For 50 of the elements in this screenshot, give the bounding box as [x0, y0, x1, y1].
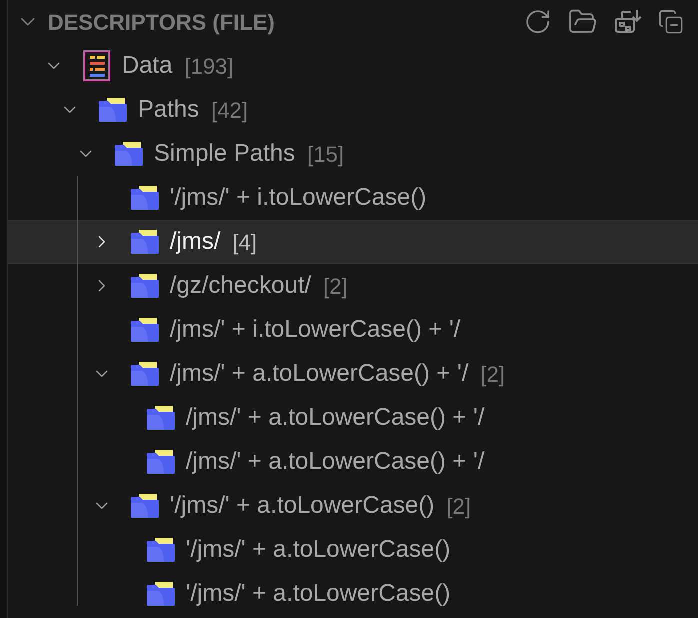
folder-icon — [98, 97, 128, 123]
tree-label: '/jms/' + a.toLowerCase() — [186, 535, 451, 565]
folder-icon — [114, 141, 144, 167]
tree-row[interactable]: Simple Paths [15] — [8, 132, 698, 176]
tree-row[interactable]: /gz/checkout/ [2] — [8, 264, 698, 308]
tree-row[interactable]: /jms/' + a.toLowerCase() + '/ — [8, 396, 698, 440]
item-count: [193] — [184, 52, 234, 81]
tree-row[interactable]: Paths [42] — [8, 88, 698, 132]
tree-row[interactable]: '/jms/' + a.toLowerCase() — [8, 528, 698, 572]
tree-row[interactable]: /jms/' + i.toLowerCase() + '/ — [8, 308, 698, 352]
tree-label: /jms/ — [170, 227, 221, 257]
refresh-icon[interactable] — [524, 8, 552, 36]
folder-icon — [130, 273, 160, 299]
folder-icon — [130, 185, 160, 211]
tree-row[interactable]: '/jms/' + a.toLowerCase() [2] — [8, 484, 698, 528]
item-count: [2] — [480, 360, 506, 389]
tree-label: /jms/' + i.toLowerCase() + '/ — [170, 315, 461, 345]
tree-label: Simple Paths — [154, 139, 296, 169]
folder-icon — [146, 537, 176, 563]
import-icon[interactable] — [614, 8, 642, 36]
folder-icon — [130, 229, 160, 255]
list-icon — [83, 50, 111, 82]
tree-label: /jms/' + a.toLowerCase() + '/ — [186, 403, 485, 433]
folder-icon — [130, 361, 160, 387]
tree-label: /gz/checkout/ — [170, 271, 312, 301]
folder-icon — [146, 405, 176, 431]
item-count: [15] — [307, 140, 344, 169]
tree-label: Paths — [138, 95, 200, 125]
section-title: DESCRIPTORS (FILE) — [48, 8, 275, 37]
tree-row[interactable]: '/jms/' + i.toLowerCase() — [8, 176, 698, 220]
tree-row[interactable]: Data [193] — [8, 44, 698, 88]
item-count: [2] — [446, 492, 472, 521]
item-count: [4] — [232, 228, 258, 257]
folder-icon — [146, 449, 176, 475]
tree-row[interactable]: /jms/' + a.toLowerCase() + '/ — [8, 440, 698, 484]
tree-row[interactable]: /jms/ [4] — [8, 220, 698, 264]
tree-label: '/jms/' + a.toLowerCase() — [186, 579, 451, 609]
tree-row[interactable]: /jms/' + a.toLowerCase() + '/ [2] — [8, 352, 698, 396]
folder-icon — [130, 493, 160, 519]
folder-icon — [130, 317, 160, 343]
tree-label: /jms/' + a.toLowerCase() + '/ — [186, 447, 485, 477]
tree-label: /jms/' + a.toLowerCase() + '/ — [170, 359, 469, 389]
item-count: [2] — [323, 272, 348, 301]
tree-label: '/jms/' + a.toLowerCase() — [170, 491, 435, 521]
tree-label: '/jms/' + i.toLowerCase() — [170, 183, 427, 213]
folder-icon — [146, 581, 176, 607]
collapse-all-icon[interactable] — [658, 9, 684, 35]
tree-label: Data — [122, 51, 173, 81]
tree-row[interactable]: '/jms/' + a.toLowerCase() — [8, 572, 698, 616]
item-count: [42] — [211, 96, 248, 125]
